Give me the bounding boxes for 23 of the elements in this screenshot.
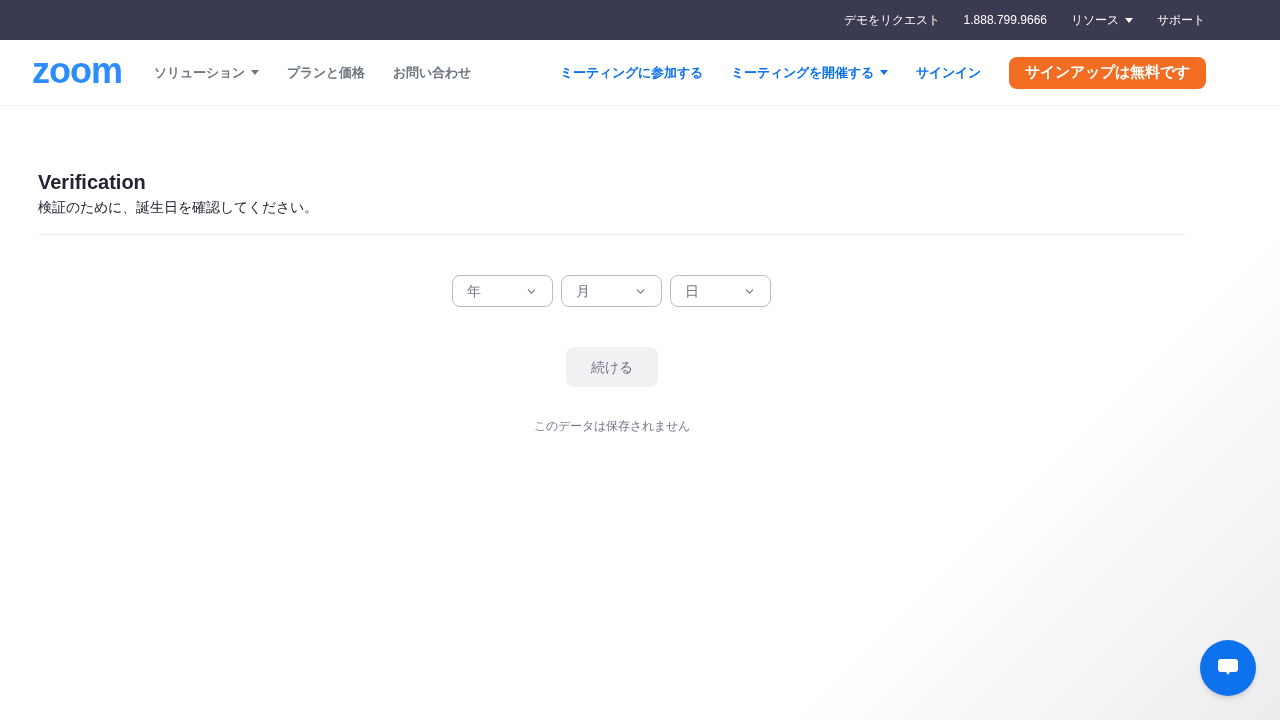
signup-button[interactable]: サインアップは無料です (1009, 56, 1206, 89)
nav-link[interactable]: ミーティングを開催する (731, 62, 888, 83)
top-bar-link[interactable]: サポート (1157, 11, 1205, 29)
top-bar-link[interactable]: デモをリクエスト (843, 11, 940, 29)
date-select[interactable]: 日 (670, 275, 771, 307)
nav-link[interactable]: プランと価格 (287, 62, 365, 83)
zoom-logo[interactable]: zoom (32, 52, 122, 89)
nav-link[interactable]: ミーティングに参加する (560, 62, 703, 83)
page-subtitle: 検証のために、誕生日を確認してください。 (38, 198, 319, 217)
caret-icon (1125, 17, 1133, 23)
top-bar-link[interactable]: リソース (1071, 11, 1133, 29)
caret-icon (880, 70, 888, 75)
privacy-note: このデータは保存されません (533, 418, 690, 435)
caret-icon (251, 70, 259, 75)
top-bar-link[interactable]: 1.888.799.9666 (963, 11, 1047, 29)
page-title: Verification (38, 170, 147, 195)
date-select[interactable]: 年 (452, 275, 553, 307)
date-select[interactable]: 月 (561, 275, 662, 307)
chat-button[interactable] (1200, 640, 1256, 696)
nav-link[interactable]: サインイン (916, 62, 981, 83)
nav-link[interactable]: お問い合わせ (393, 62, 471, 83)
nav-link[interactable]: ソリューション (154, 62, 259, 83)
chat-bubble-icon (1218, 659, 1238, 677)
